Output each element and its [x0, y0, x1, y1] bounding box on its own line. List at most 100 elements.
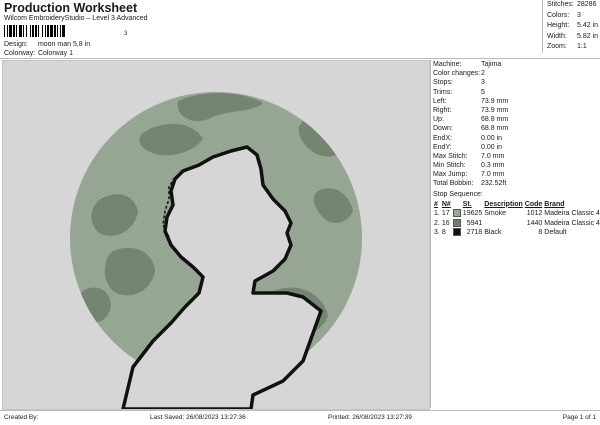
design-canvas	[2, 60, 430, 410]
machine-info-label: Trims:	[433, 88, 453, 96]
stop-sequence-heading: Stop Sequence:	[433, 190, 483, 198]
machine-info-label: Max Jump:	[433, 171, 468, 179]
barcode	[4, 25, 65, 37]
stop-stitches: 2718	[466, 229, 483, 237]
barcode-bar	[60, 25, 61, 37]
machine-info-row: EndX: 0.00 in	[431, 134, 600, 143]
color-swatch-chip	[452, 218, 461, 227]
machine-info-value: 0.3 mm	[481, 162, 505, 170]
stop-code: 1012	[526, 210, 543, 218]
stop-brand: Madeira Classic 40	[544, 210, 600, 218]
barcode-bar	[57, 25, 58, 37]
machine-info-label: Total Bobbin:	[433, 180, 474, 188]
page-title: Production Worksheet	[4, 1, 138, 15]
barcode-bar	[47, 25, 49, 37]
machine-info-value: 5	[481, 88, 485, 96]
stop-sequence-row: 3. 8 2718 Black 8 Default	[433, 228, 600, 238]
machine-info-label: Down:	[433, 125, 453, 133]
machine-info-label: Min Stitch:	[433, 162, 466, 170]
machine-info-value: 73.9 mm	[481, 97, 509, 105]
machine-info-row: Trims: 5	[431, 88, 600, 97]
machine-info-label: EndY:	[433, 143, 452, 151]
color-swatch	[452, 228, 462, 238]
barcode-bar	[50, 25, 53, 37]
stop-sequence-table: # N# St. Description Code Brand 1. 17 1962…	[433, 200, 600, 238]
machine-info-row: Min Stitch: 0.3 mm	[431, 161, 600, 170]
stop-code: 8	[538, 229, 543, 237]
machine-info-value: 7.0 mm	[481, 152, 505, 160]
stop-num: 1.	[434, 210, 440, 218]
barcode-bar	[13, 25, 15, 37]
colorway-value: Colorway 1	[37, 50, 73, 57]
machine-info-label: Color changes:	[433, 70, 481, 78]
machine-info-value: 68.8 mm	[481, 116, 509, 124]
design-value: moon man 5,8 in	[37, 41, 91, 48]
machine-info-row: Machine: Tajima	[431, 60, 600, 69]
barcode-text: 3	[124, 31, 128, 37]
stop-description	[483, 219, 524, 229]
color-swatch	[452, 218, 462, 229]
stop-sequence-row: 2. 16 5941 1440 Madeira Classic 40	[433, 218, 600, 229]
colorway-row: Colorway: Colorway 1	[4, 50, 73, 57]
barcode-bar	[35, 25, 37, 37]
created-by: Created By:	[4, 414, 39, 421]
stat-width: Width: 5.82 in	[547, 32, 599, 40]
machine-info-value: Tajima	[481, 61, 502, 68]
stat-zoom: Zoom: 1:1	[547, 43, 587, 50]
stop-stitches: 5941	[466, 219, 483, 227]
stop-needle: 8	[441, 229, 446, 237]
barcode-bar	[45, 25, 46, 37]
machine-info-label: Max Stitch:	[433, 152, 468, 160]
color-swatch	[452, 209, 462, 219]
stop-num: 2.	[434, 219, 440, 227]
design-row: Design: moon man 5,8 in	[4, 41, 90, 48]
machine-info-label: Left:	[433, 97, 447, 105]
stat-height: Height: 5.42 in	[547, 22, 599, 29]
machine-info-row: Max Jump: 7.0 mm	[431, 170, 600, 179]
barcode-bar	[42, 25, 43, 37]
stop-needle: 16	[441, 219, 450, 227]
machine-info-label: Up:	[433, 116, 444, 124]
machine-info-row: Down: 68.8 mm	[431, 124, 600, 133]
stop-description: Smoke	[484, 210, 507, 218]
machine-info-row: Stops: 3	[431, 78, 600, 87]
machine-info-value: 68.8 mm	[481, 125, 509, 133]
machine-info-row: EndY: 0.00 in	[431, 143, 600, 152]
printed-date: Printed: 26/08/2023 13:27:39	[328, 414, 412, 421]
color-swatch-chip	[452, 228, 461, 237]
machine-info-value: 3	[481, 79, 485, 87]
stop-description: Black	[484, 229, 502, 237]
embroidery-design-preview	[70, 92, 362, 409]
barcode-bar	[26, 25, 27, 37]
stop-needle: 17	[441, 210, 450, 218]
machine-info-row: Right: 73.9 mm	[431, 106, 600, 115]
barcode-bar	[9, 25, 12, 37]
machine-info-row: Up: 68.8 mm	[431, 115, 600, 124]
machine-info-label: Machine:	[433, 61, 462, 68]
machine-info-row: Total Bobbin: 232.52ft	[431, 179, 600, 188]
stat-stitches: Stitches: 28286	[547, 1, 597, 8]
footer: Created By: Last Saved: 26/08/2023 13:27…	[0, 410, 600, 425]
barcode-bar	[16, 25, 17, 37]
machine-info-label: Stops:	[433, 79, 453, 87]
machine-info-row: Max Stitch: 7.0 mm	[431, 152, 600, 161]
machine-info-panel: Machine: Tajima Color changes: 2 Stops: 3 Trim…	[430, 60, 600, 408]
production-worksheet: Production Worksheet Wilcom EmbroiderySt…	[0, 0, 600, 424]
page-number: Page 1 of 1	[562, 414, 596, 421]
stop-num: 3.	[434, 229, 440, 237]
barcode-bar	[4, 25, 5, 37]
machine-info-value: 73.9 mm	[481, 106, 509, 114]
machine-info-row: Left: 73.9 mm	[431, 97, 600, 106]
stop-sequence-row: 1. 17 19625 Smoke 1012 Madeira Classic 40	[433, 209, 600, 219]
header-divider	[0, 58, 600, 59]
machine-info-value: 232.52ft	[481, 180, 507, 188]
barcode-bar	[23, 25, 24, 37]
color-swatch-chip	[452, 209, 461, 218]
stop-table-header: # N# St. Description Code Brand	[434, 200, 565, 208]
colorway-label: Colorway:	[4, 50, 36, 57]
barcode-bar	[7, 25, 8, 37]
barcode-bar	[19, 25, 22, 37]
header-stats: Stitches: 28286 Colors: 3 Height: 5.42 in W…	[542, 0, 600, 53]
machine-info-label: Right:	[433, 106, 452, 114]
barcode-bar	[38, 25, 39, 37]
